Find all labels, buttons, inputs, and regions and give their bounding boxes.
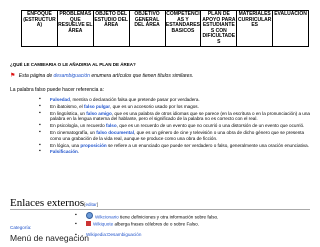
sense-link[interactable]: Falsificación	[50, 149, 78, 154]
sense-text: En lingüística, un	[50, 110, 87, 116]
navigation-menu-heading: Menú de navegación	[10, 233, 89, 243]
table-header-row: ENFOQUE (ESTRUCTURA) PROBLEMAS QUE RESUE…	[21, 10, 309, 47]
list-item: En ibatoismo, el falso pulgar, que es un…	[39, 103, 314, 110]
list-item: Falsedad, mentira o declaración falsa qu…	[39, 97, 314, 103]
edit-bracket-close: ]	[96, 202, 99, 207]
disambiguation-note: ⚑ Esta página de desambiguación enumera …	[10, 73, 193, 79]
list-item: En lingüística, un falso amigo, que es u…	[39, 110, 314, 123]
header-objetivo: OBJETIVO GENERAL DEL ÁREA	[128, 10, 166, 47]
sense-tail: , que es un recuerdo de un evento que no…	[116, 123, 305, 129]
intro-label: La palabra	[10, 87, 34, 93]
header-plan-apoyo: PLAN DE APOYO PARA ESTUDIANTES CON DIFIC…	[200, 10, 238, 47]
sense-text: En ibatoismo, el	[50, 103, 84, 109]
intro-term: falso	[35, 87, 46, 93]
plan-question: ¿QUÉ LE CAMBIARIA O LE AÑADIRIA AL PLAN …	[10, 62, 136, 67]
wikcionario-link[interactable]: Wikcionario	[95, 215, 119, 220]
disambiguation-icon: ⚑	[10, 73, 16, 79]
list-item: En cinematografía, un falso documental, …	[39, 129, 314, 142]
disambiguation-link[interactable]: desambiguación	[54, 73, 90, 79]
header-objeto: OBJETO DEL ESTUDIO DEL ÁREA	[92, 10, 130, 47]
note-suffix: enumera artículos que tienen títulos sim…	[91, 73, 194, 79]
header-competencias: COMPETENCIAS Y ESTANDARES BASICOS	[164, 10, 202, 47]
sense-text: En cinematografía, un	[50, 129, 97, 135]
external-item-text: tiene definiciones y otra información so…	[118, 214, 219, 220]
wikipedia-icon	[86, 212, 93, 219]
sense-tail: , que es un accesorio usado por los mago…	[110, 103, 199, 109]
note-prefix: Esta página de	[18, 73, 53, 79]
sense-link[interactable]: proposición	[80, 143, 106, 148]
list-item: Falsificación.	[39, 149, 314, 155]
header-enfoque: ENFOQUE (ESTRUCTURA)	[21, 10, 58, 47]
category-label[interactable]: Categoría:	[10, 225, 31, 230]
external-links-title: Enlaces externos	[10, 197, 85, 209]
list-item: En psicología, un recuerdo falso, que es…	[39, 123, 314, 129]
edit-link[interactable]: editar	[85, 202, 96, 207]
sense-text: En psicología, un recuerdo	[50, 123, 106, 129]
sense-text: En lógica, una	[50, 142, 81, 148]
sense-tail: se refiere a un enunciado que puede ser …	[106, 142, 309, 148]
category-box: Categoría: Wikipedia:Desambiguación	[10, 225, 310, 238]
sense-link[interactable]: falso amigo	[86, 111, 112, 116]
header-evaluacion: EVALUACION	[272, 10, 309, 47]
header-materiales: MATERIALES CURRICULARES	[236, 10, 274, 47]
intro-line: La palabra falso puede hacer referencia …	[10, 87, 104, 93]
intro-rest: puede hacer referencia a:	[46, 87, 104, 93]
sense-text: , mentira o declaración falsa que preten…	[69, 97, 200, 102]
sense-text: .	[77, 149, 80, 155]
section-divider	[10, 209, 310, 210]
senses-list: Falsedad, mentira o declaración falsa qu…	[39, 97, 314, 156]
area-plan-table: ENFOQUE (ESTRUCTURA) PROBLEMAS QUE RESUE…	[21, 10, 309, 47]
category-link[interactable]: Wikipedia:Desambiguación	[75, 232, 142, 238]
header-problemas: PROBLEMAS QUE RESUELVE EL ÁREA	[56, 10, 94, 47]
list-item: En lógica, una proposición se refiere a …	[39, 142, 314, 149]
sense-link[interactable]: falso documental	[96, 130, 134, 135]
sense-link[interactable]: falso	[106, 123, 117, 128]
list-item: Wikcionario tiene definiciones y otra in…	[75, 212, 219, 221]
sense-link[interactable]: falso pulgar	[84, 104, 110, 109]
sense-link[interactable]: Falsedad	[50, 97, 70, 102]
